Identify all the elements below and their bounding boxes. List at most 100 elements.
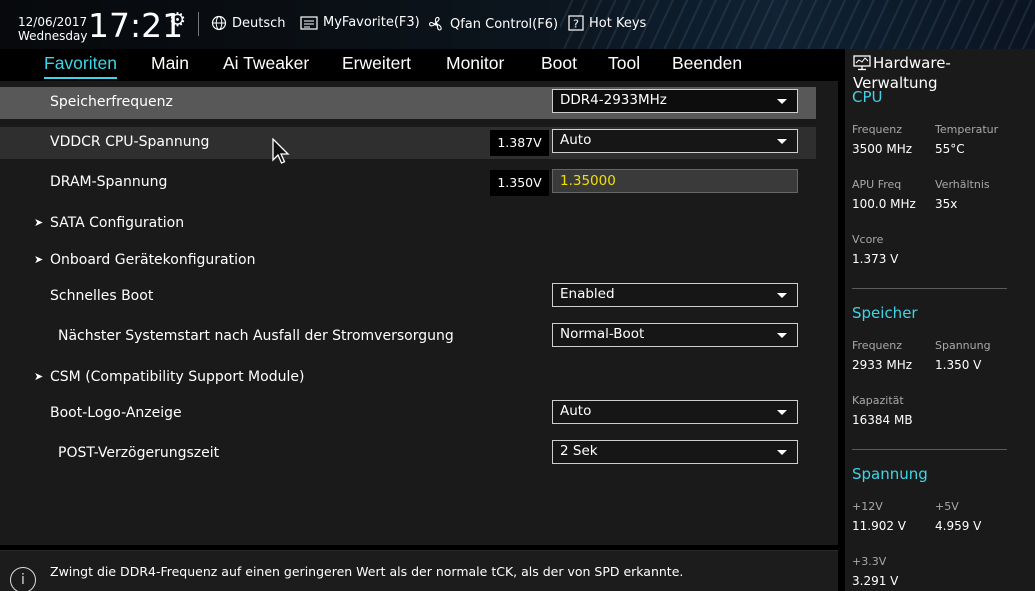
qfan-label: Qfan Control(F6) — [450, 16, 559, 32]
chevron-down-icon — [777, 410, 787, 415]
setting-label: Boot-Logo-Anzeige — [50, 405, 182, 421]
submenu-arrow-icon: ➤ — [34, 216, 44, 229]
v12-label: +12V — [852, 500, 883, 513]
language-label: Deutsch — [232, 15, 286, 31]
mouse-cursor-icon — [272, 138, 290, 164]
tab-beenden[interactable]: Beenden — [672, 53, 742, 74]
setting-label: Speicherfrequenz — [50, 94, 173, 110]
submenu-sata[interactable]: ➤ SATA Configuration — [0, 208, 816, 240]
submenu-label: SATA Configuration — [50, 215, 185, 231]
myfavorite-label: MyFavorite(F3) — [323, 15, 420, 30]
hardware-monitor-panel: Hardware-Verwaltung CPU Frequenz Tempera… — [845, 49, 1035, 591]
main-tabs: Favoriten Main Ai Tweaker Erweitert Moni… — [0, 49, 838, 81]
gear-icon[interactable]: ⚙ — [169, 9, 186, 31]
hardware-monitor-title: Hardware-Verwaltung — [853, 53, 1028, 93]
dropdown-value: Auto — [560, 403, 592, 419]
v12-value: 11.902 V — [852, 519, 907, 533]
setting-post-delay[interactable]: POST-Verzögerungszeit 2 Sek — [0, 438, 816, 470]
setting-naechster-systemstart[interactable]: Nächster Systemstart nach Ausfall der St… — [0, 321, 816, 353]
globe-icon — [211, 15, 227, 31]
apu-freq-value: 100.0 MHz — [852, 197, 916, 211]
date-display: 12/06/2017 Wednesday — [18, 15, 87, 43]
submenu-arrow-icon: ➤ — [34, 370, 44, 383]
apu-freq-label: APU Freq — [852, 178, 902, 191]
qfan-button[interactable]: Qfan Control(F6) — [427, 15, 558, 33]
tab-main[interactable]: Main — [151, 53, 189, 74]
section-divider — [852, 288, 1007, 289]
settings-panel: Speicherfrequenz DDR4-2933MHz VDDCR CPU-… — [0, 81, 838, 545]
cpu-freq-label: Frequenz — [852, 123, 903, 136]
weekday: Wednesday — [18, 29, 88, 43]
myfavorite-button[interactable]: MyFavorite(F3) — [300, 15, 420, 30]
section-divider — [852, 449, 1007, 450]
submenu-label: CSM (Compatibility Support Module) — [50, 369, 305, 385]
setting-speicherfrequenz[interactable]: Speicherfrequenz DDR4-2933MHz — [0, 87, 816, 119]
cpu-temp-value: 55°C — [935, 142, 965, 156]
submenu-onboard[interactable]: ➤ Onboard Gerätekonfiguration — [0, 245, 816, 277]
setting-label: Schnelles Boot — [50, 288, 154, 304]
voltage-reading: 1.387V — [490, 130, 549, 156]
language-button[interactable]: Deutsch — [211, 15, 286, 31]
setting-boot-logo[interactable]: Boot-Logo-Anzeige Auto — [0, 398, 816, 430]
v33-value: 3.291 V — [852, 574, 899, 588]
mem-freq-value: 2933 MHz — [852, 358, 913, 372]
naechster-systemstart-dropdown[interactable]: Normal-Boot — [552, 323, 798, 347]
setting-schnelles-boot[interactable]: Schnelles Boot Enabled — [0, 281, 816, 313]
submenu-label: Onboard Gerätekonfiguration — [50, 252, 256, 268]
v5-label: +5V — [935, 500, 959, 513]
setting-label: DRAM-Spannung — [50, 174, 168, 190]
cpu-ratio-label: Verhältnis — [935, 178, 990, 191]
fan-icon — [429, 16, 442, 31]
tab-tool[interactable]: Tool — [608, 53, 640, 74]
favorite-icon — [300, 15, 318, 30]
chevron-down-icon — [777, 293, 787, 298]
help-icon: ? — [568, 15, 584, 31]
tab-boot[interactable]: Boot — [541, 53, 577, 74]
post-delay-dropdown[interactable]: 2 Sek — [552, 440, 798, 464]
dram-voltage-input[interactable]: 1.35000 — [552, 169, 798, 193]
help-bar: i Zwingt die DDR4-Frequenz auf einen ger… — [0, 550, 838, 591]
memory-section-title: Speicher — [852, 304, 918, 322]
speicherfrequenz-dropdown[interactable]: DDR4-2933MHz — [552, 89, 798, 113]
dropdown-value: 2 Sek — [560, 443, 598, 459]
boot-logo-dropdown[interactable]: Auto — [552, 400, 798, 424]
mem-volt-label: Spannung — [935, 339, 991, 352]
hotkeys-label: Hot Keys — [589, 15, 647, 31]
v5-value: 4.959 V — [935, 519, 982, 533]
dropdown-value: DDR4-2933MHz — [560, 92, 667, 108]
help-text: Zwingt die DDR4-Frequenz auf einen gerin… — [50, 564, 684, 579]
tab-erweitert[interactable]: Erweitert — [342, 53, 411, 74]
setting-vddcr[interactable]: VDDCR CPU-Spannung 1.387V Auto — [0, 127, 816, 159]
vddcr-dropdown[interactable]: Auto — [552, 129, 798, 153]
cpu-ratio-value: 35x — [935, 197, 958, 211]
dropdown-value: Auto — [560, 132, 592, 148]
mem-capacity-value: 16384 MB — [852, 413, 913, 427]
voltage-section-title: Spannung — [852, 465, 928, 483]
hotkeys-button[interactable]: ? Hot Keys — [568, 15, 646, 31]
svg-text:?: ? — [573, 18, 579, 31]
v33-label: +3.3V — [852, 555, 887, 568]
vcore-value: 1.373 V — [852, 252, 899, 266]
submenu-arrow-icon: ➤ — [34, 253, 44, 266]
tab-monitor[interactable]: Monitor — [446, 53, 504, 74]
header-divider — [198, 12, 199, 36]
date: 12/06/2017 — [18, 15, 88, 29]
voltage-reading: 1.350V — [490, 170, 549, 196]
tab-ai-tweaker[interactable]: Ai Tweaker — [223, 53, 309, 74]
dropdown-value: Normal-Boot — [560, 326, 645, 342]
cpu-section-title: CPU — [852, 88, 883, 106]
vcore-label: Vcore — [852, 233, 884, 246]
setting-label: VDDCR CPU-Spannung — [50, 134, 210, 150]
chevron-down-icon — [777, 139, 787, 144]
chevron-down-icon — [777, 333, 787, 338]
info-icon: i — [10, 567, 36, 591]
mem-freq-label: Frequenz — [852, 339, 903, 352]
setting-dram[interactable]: DRAM-Spannung 1.350V 1.35000 — [0, 167, 816, 199]
setting-label: Nächster Systemstart nach Ausfall der St… — [58, 328, 454, 344]
submenu-csm[interactable]: ➤ CSM (Compatibility Support Module) — [0, 362, 816, 394]
top-bar: 12/06/2017 Wednesday 17:21 ⚙ Deutsch MyF… — [0, 0, 1035, 49]
schnelles-boot-dropdown[interactable]: Enabled — [552, 283, 798, 307]
tab-favoriten[interactable]: Favoriten — [44, 53, 117, 79]
mem-volt-value: 1.350 V — [935, 358, 982, 372]
dropdown-value: Enabled — [560, 286, 615, 302]
